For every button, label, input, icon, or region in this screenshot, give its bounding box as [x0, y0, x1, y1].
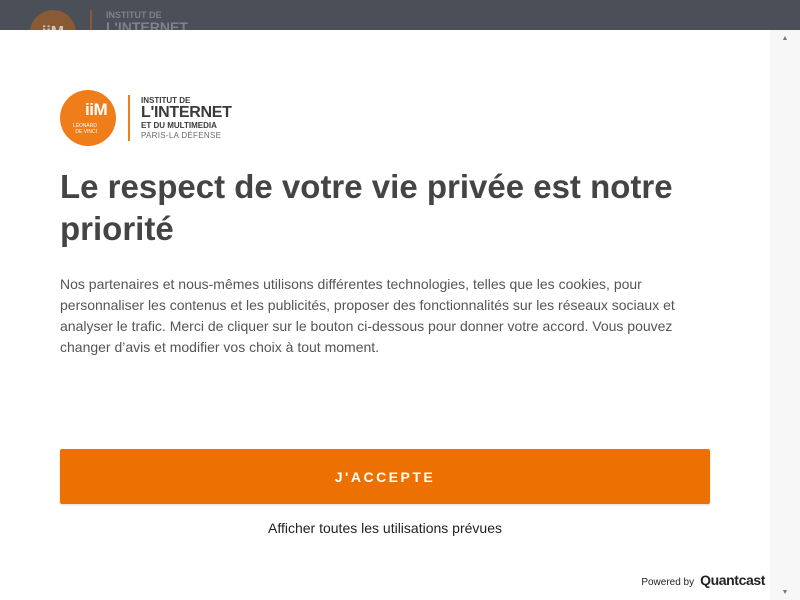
dialog-scrollbar[interactable]: ▲ ▼ — [770, 30, 800, 600]
background-logo: iiM INSTITUT DE L'INTERNET — [30, 10, 188, 30]
iim-logo-mark: iiM — [85, 100, 108, 119]
iim-logo-circle: iiM LÉONARD DE VINCI — [60, 90, 116, 146]
iim-logo-line2: L'INTERNET — [141, 103, 232, 121]
powered-by-quantcast: Powered by Quantcast — [641, 572, 765, 588]
background-logo-mark: iiM — [30, 10, 76, 30]
background-logo-divider — [90, 10, 92, 30]
background-logo-text: INSTITUT DE L'INTERNET — [106, 10, 188, 30]
triangle-down-icon[interactable]: ▼ — [770, 586, 800, 600]
iim-logo: iiM LÉONARD DE VINCI INSTITUT DE L'INTER… — [60, 90, 232, 146]
show-all-purposes-link[interactable]: Afficher toutes les utilisations prévues — [60, 520, 710, 536]
iim-logo-line4: PARIS-LA DÉFENSE — [141, 130, 222, 140]
iim-logo-text: INSTITUT DE L'INTERNET ET DU MULTIMEDIA … — [141, 96, 232, 141]
consent-description: Nos partenaires et nous-mêmes utilisons … — [60, 276, 675, 355]
background-page-header: iiM INSTITUT DE L'INTERNET — [0, 0, 800, 30]
iim-logo-line3: ET DU MULTIMEDIA — [141, 120, 217, 130]
consent-dialog: iiM LÉONARD DE VINCI INSTITUT DE L'INTER… — [0, 30, 770, 600]
accept-button[interactable]: J'ACCEPTE — [60, 449, 710, 504]
powered-by-label: Powered by — [641, 577, 695, 588]
consent-title: Le respect de votre vie privée est notre… — [60, 168, 673, 247]
triangle-up-icon[interactable]: ▲ — [770, 32, 800, 46]
background-logo-line2: L'INTERNET — [106, 19, 188, 30]
iim-logo-divider — [128, 95, 130, 141]
quantcast-logo: Quantcast — [700, 572, 765, 588]
iim-logo-sub: LÉONARD DE VINCI — [72, 123, 97, 135]
